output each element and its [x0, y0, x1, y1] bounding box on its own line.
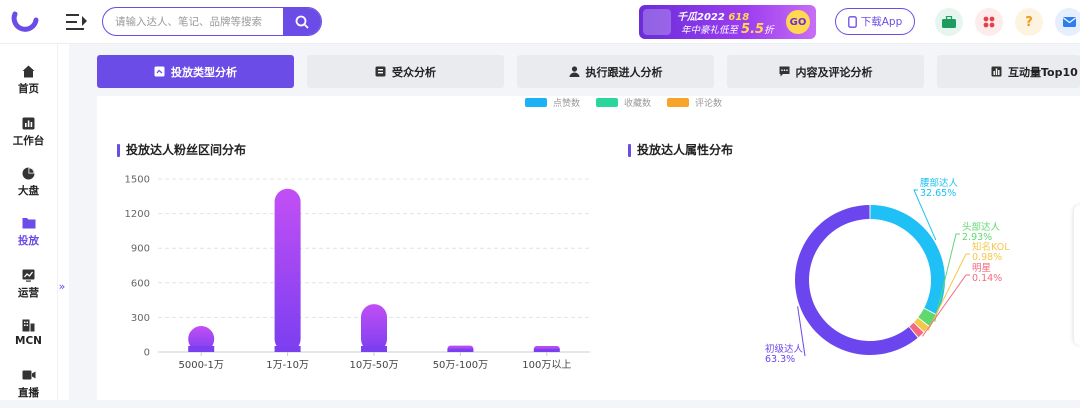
legend-item: 点赞数 [525, 96, 580, 108]
tab-label: 执行跟进人分析 [585, 65, 663, 79]
sidebar: 首页 工作台 大盘 投放 运营 MCN 直播 [0, 44, 57, 400]
search-button[interactable] [283, 8, 321, 35]
y-tick-label: 300 [131, 313, 150, 324]
apps-icon[interactable] [975, 8, 1003, 36]
download-app-button[interactable]: 下载App [835, 8, 915, 35]
legend-swatch [525, 97, 547, 107]
legend-swatch [596, 97, 619, 107]
attribute-donut-chart: 腰部达人32.65%头部达人2.93%知名KOL0.98%明星0.14%初级达人… [765, 177, 1010, 365]
card-icon [375, 66, 386, 77]
promo-line2-suffix: 折 [764, 25, 774, 36]
bar[interactable] [274, 188, 301, 352]
tab-label: 受众分析 [392, 65, 436, 79]
legend-item: 评论数 [667, 96, 722, 108]
sidebar-item-label: 首页 [18, 83, 39, 95]
x-tick-label: 5000-1万 [178, 360, 223, 371]
donut-slice[interactable] [795, 205, 918, 355]
donut-slice[interactable] [870, 205, 945, 315]
legend-swatch [667, 97, 690, 107]
sidebar-item-mcn[interactable]: MCN [0, 312, 57, 358]
bar-icon [991, 66, 1002, 77]
phone-icon [847, 15, 857, 28]
promo-line2-prefix: 年中豪礼低至 [681, 25, 739, 36]
floating-panel-edge[interactable] [1074, 205, 1080, 345]
logo-icon[interactable] [10, 6, 40, 36]
folder-icon [22, 216, 36, 230]
sidebar-item-placement[interactable]: 投放 [0, 210, 57, 256]
sidebar-item-label: MCN [15, 335, 42, 347]
sidebar-item-workbench[interactable]: 工作台 [0, 110, 57, 156]
top-legend: 点赞数 收藏数 评论数 [525, 96, 722, 108]
doc-icon [154, 66, 165, 77]
tab-label: 投放类型分析 [171, 65, 237, 79]
x-tick-label: 100万以上 [522, 359, 571, 371]
fans-bar-chart: 0 300 600 900 1200 1500 5000-1万 1万-10万 10万-50万 50… [125, 175, 590, 371]
sidebar-item-label: 投放 [18, 235, 39, 247]
tab-top10[interactable]: 互动量Top10 [937, 55, 1080, 88]
attribute-distribution-title: 投放达人属性分布 [628, 143, 733, 158]
x-tick-label: 50万-100万 [433, 360, 488, 371]
promo-gift-icon [643, 9, 671, 35]
sidebar-item-label: 工作台 [12, 135, 45, 147]
search-input[interactable] [115, 14, 285, 30]
x-tick-label: 1万-10万 [266, 360, 309, 371]
y-tick-label: 0 [144, 348, 150, 359]
bar-base [533, 349, 560, 352]
legend-label: 评论数 [695, 98, 723, 109]
y-tick-label: 1500 [125, 175, 150, 186]
legend-item: 收藏数 [596, 96, 651, 108]
legend-label: 收藏数 [624, 98, 652, 109]
tab-placement-type[interactable]: 投放类型分析 [97, 55, 294, 88]
menu-toggle-icon[interactable] [66, 12, 88, 32]
fans-distribution-title: 投放达人粉丝区间分布 [117, 143, 246, 158]
tab-content-comments[interactable]: 内容及评论分析 [727, 55, 924, 88]
y-tick-label: 900 [131, 244, 150, 255]
sidebar-item-label: 运营 [18, 287, 39, 299]
comment-icon [779, 66, 789, 77]
sidebar-item-live[interactable]: 直播 [0, 362, 57, 408]
sidebar-item-market[interactable]: 大盘 [0, 160, 57, 206]
slice-value-label: 32.65% [920, 188, 956, 199]
bar-base [447, 348, 474, 352]
mail-icon[interactable] [1055, 8, 1080, 36]
sidebar-item-label: 大盘 [18, 185, 39, 197]
sidebar-item-home[interactable]: 首页 [0, 58, 57, 104]
help-icon[interactable]: ? [1015, 8, 1043, 36]
sidebar-item-label: 直播 [18, 387, 39, 399]
sidebar-collapse-strip [57, 44, 69, 400]
video-icon [22, 368, 36, 382]
home-icon [22, 64, 36, 78]
briefcase-icon[interactable] [935, 8, 963, 36]
user-icon [569, 66, 579, 77]
building-icon [22, 318, 36, 332]
tab-audience[interactable]: 受众分析 [307, 55, 504, 88]
y-tick-label: 1200 [125, 209, 150, 220]
promo-discount: 5.5 [741, 22, 765, 37]
sidebar-item-operations[interactable]: 运营 [0, 262, 57, 308]
bar-base [361, 346, 387, 352]
tab-label: 内容及评论分析 [795, 65, 873, 79]
legend-label: 点赞数 [553, 98, 581, 109]
bar-base [188, 346, 215, 352]
bar-base [274, 346, 301, 352]
top-bar: 千瓜2022 618 年中豪礼低至 5.5折 GO 下载App ? [0, 0, 1080, 44]
workbench-icon [22, 116, 36, 130]
bar[interactable] [361, 304, 387, 352]
x-tick-label: 10万-50万 [349, 360, 398, 371]
promo-banner[interactable]: 千瓜2022 618 年中豪礼低至 5.5折 GO [639, 5, 816, 39]
sidebar-collapse-button[interactable]: » [55, 280, 69, 298]
slice-value-label: 0.98% [972, 252, 1002, 263]
tab-label: 互动量Top10 [1008, 65, 1078, 79]
search-icon [295, 15, 309, 29]
promo-go-button[interactable]: GO [786, 10, 810, 34]
tab-executor[interactable]: 执行跟进人分析 [517, 55, 714, 88]
y-tick-label: 600 [131, 278, 150, 289]
slice-value-label: 63.3% [765, 354, 795, 365]
pie-icon [22, 166, 36, 180]
trend-icon [22, 268, 36, 282]
slice-value-label: 0.14% [972, 273, 1002, 284]
search-box [102, 7, 322, 36]
download-app-label: 下载App [860, 16, 903, 28]
